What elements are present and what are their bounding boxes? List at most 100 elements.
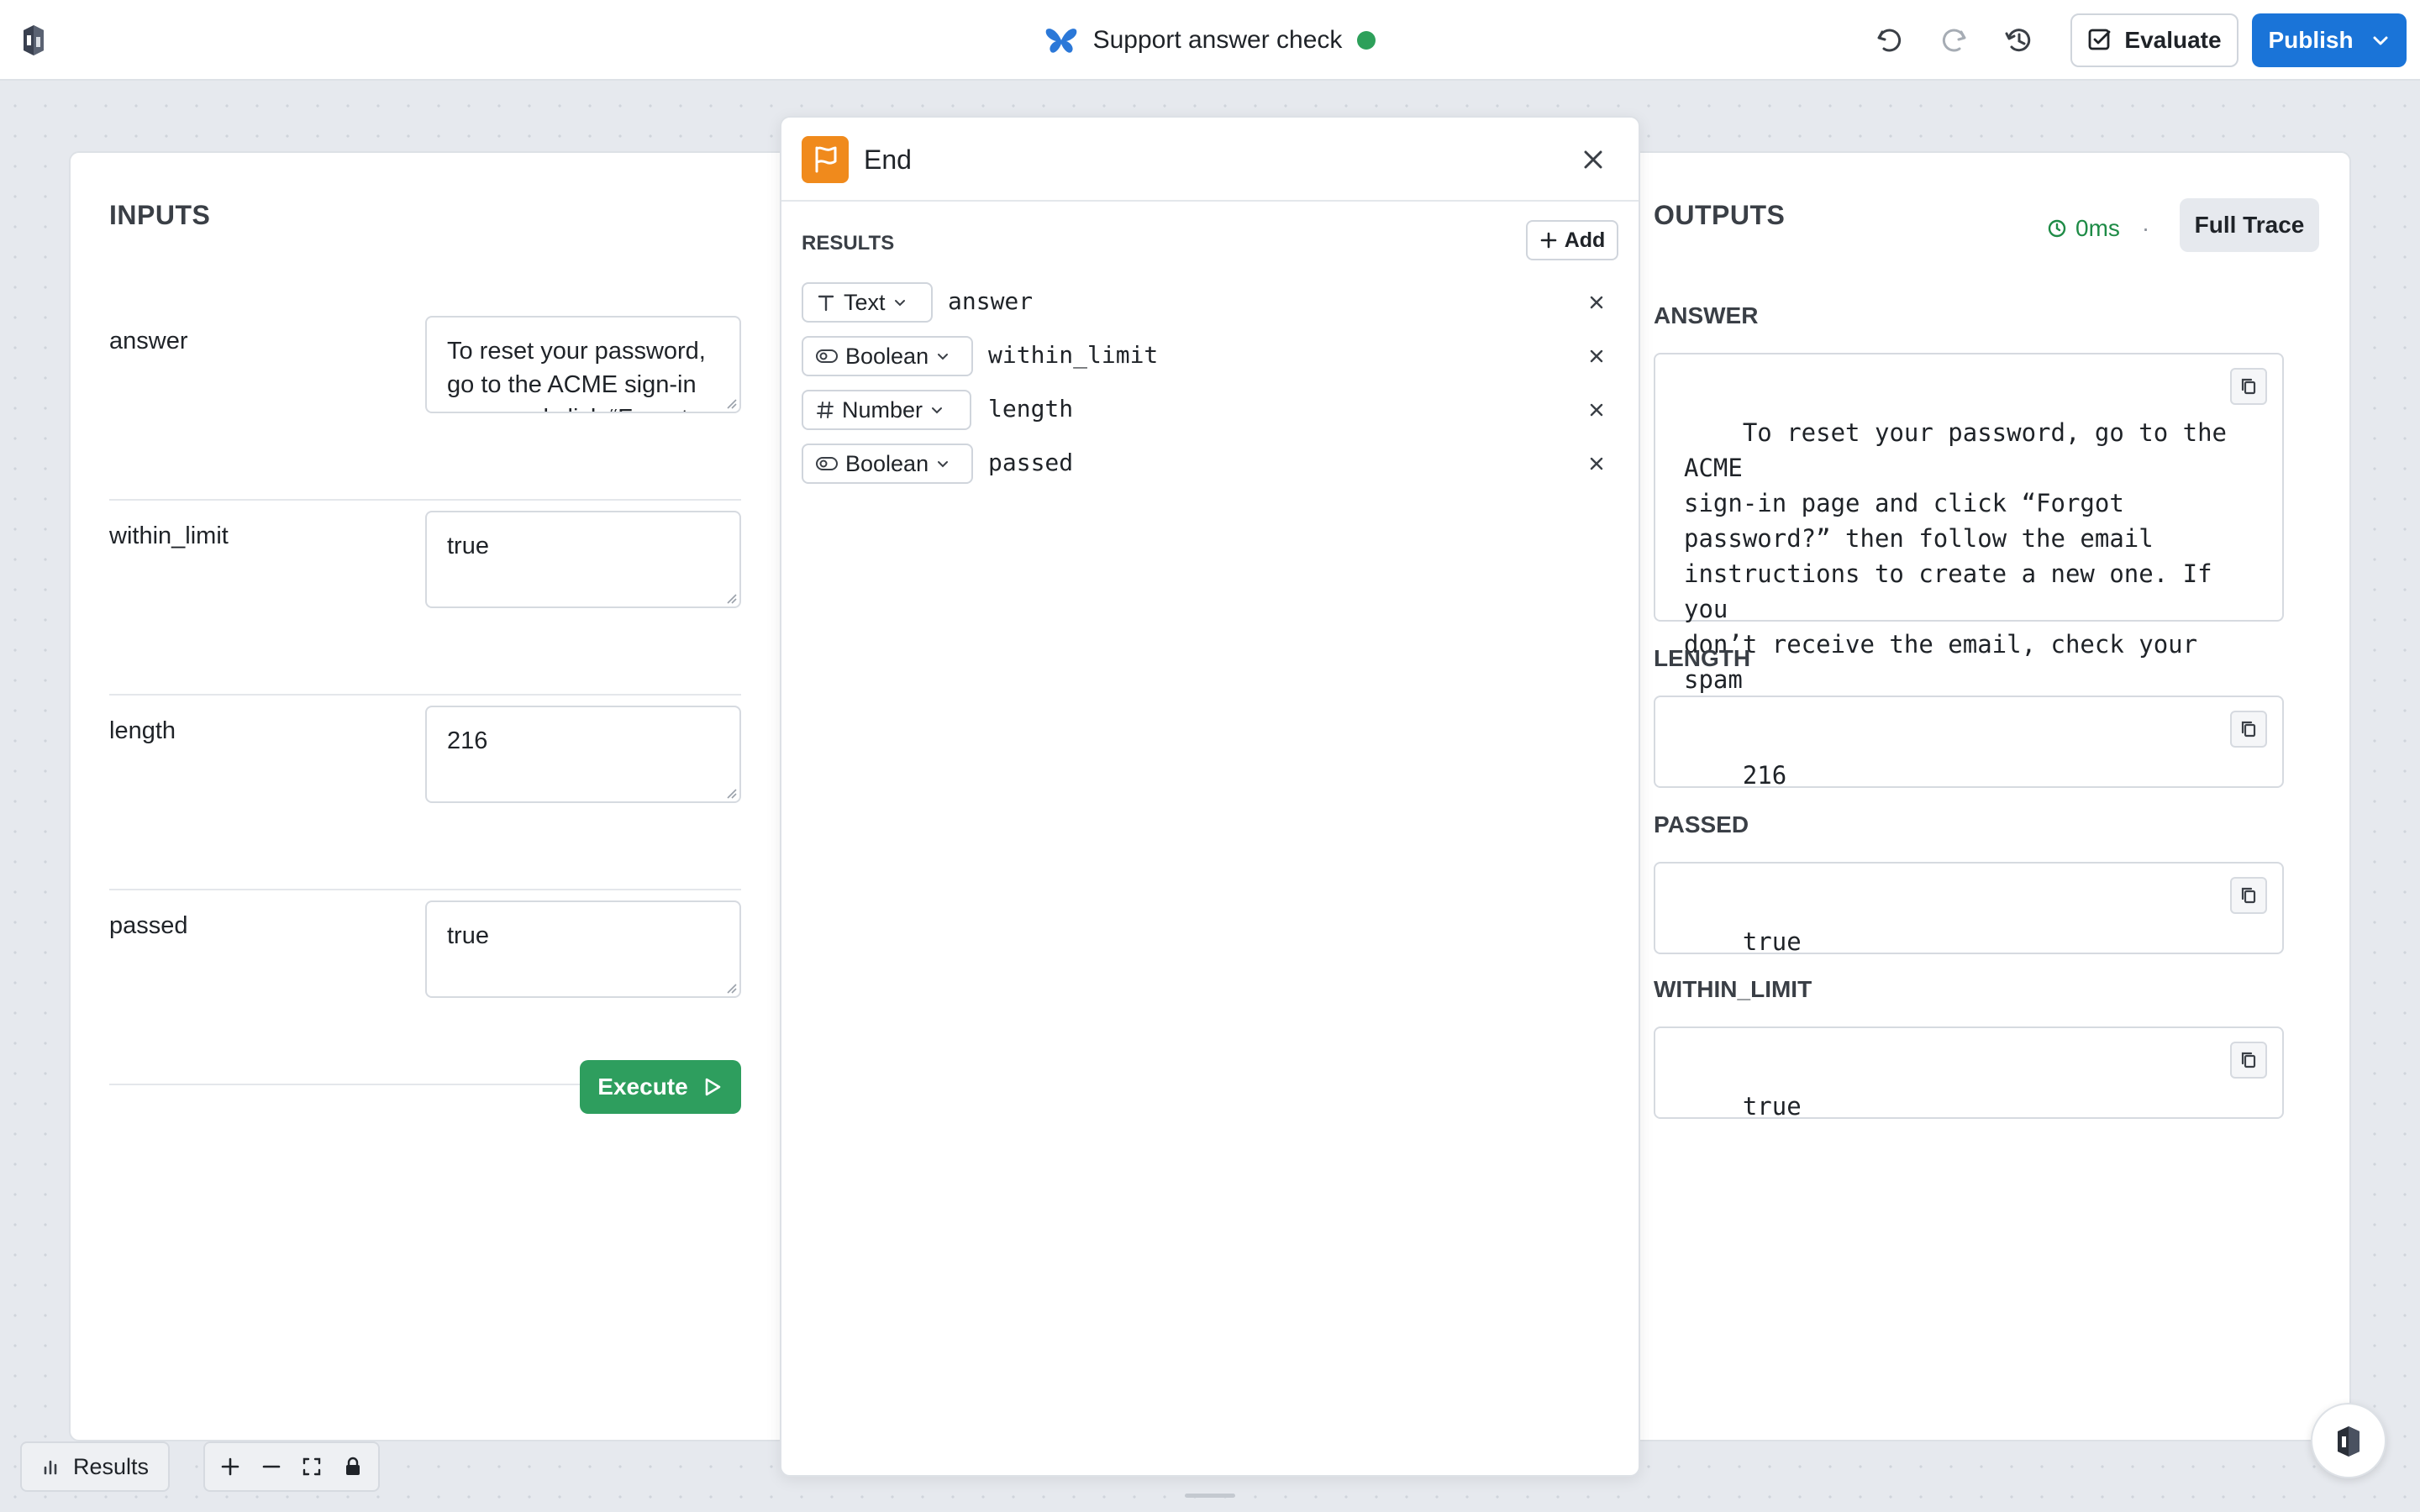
flag-icon [815, 146, 837, 173]
result-name[interactable]: answer [948, 287, 1033, 315]
type-label: Boolean [845, 450, 929, 476]
toggle-icon [816, 349, 838, 363]
field-label: length [109, 717, 176, 744]
type-label: Number [842, 396, 923, 423]
end-panel-header: End [781, 118, 1639, 202]
toggle-icon [816, 457, 838, 470]
output-length-value: 216 [1742, 761, 1787, 790]
resize-grip-icon[interactable] [724, 396, 738, 410]
fit-view-icon[interactable] [295, 1450, 329, 1483]
copy-icon [2241, 378, 2256, 395]
within-limit-input-value: true [447, 533, 489, 559]
output-answer: To reset your password, go to the ACME s… [1654, 353, 2284, 729]
inputs-card: INPUTS answer To reset your password, go… [69, 151, 808, 1441]
output-label-answer: ANSWER [1654, 302, 1759, 328]
passed-input-value: true [447, 922, 489, 949]
resize-grip-icon[interactable] [724, 591, 738, 605]
remove-icon[interactable] [1585, 452, 1608, 475]
output-passed: true [1654, 862, 2284, 956]
end-panel-title[interactable]: End [864, 144, 912, 176]
output-length: 216 [1654, 696, 2284, 790]
execution-timing: 0ms · [2047, 212, 2149, 245]
text-type-icon [818, 295, 834, 312]
type-selector[interactable]: Boolean [802, 336, 973, 376]
copy-button[interactable] [2230, 368, 2267, 405]
chevron-down-icon[interactable] [2370, 30, 2391, 50]
chevron-down-icon [932, 407, 943, 414]
copy-button[interactable] [2230, 1042, 2267, 1079]
end-node-panel: End RESULTS Add Text answer Boolean with… [780, 116, 1640, 1477]
output-label-passed: PASSED [1654, 811, 1749, 837]
type-selector[interactable]: Number [802, 390, 971, 430]
top-bar: Support answer check Evaluate Publish [0, 0, 2420, 81]
evaluate-button[interactable]: Evaluate [2070, 13, 2238, 67]
resize-grip-icon[interactable] [724, 786, 738, 800]
publish-button[interactable]: Publish [2252, 13, 2407, 67]
redo-icon[interactable] [1938, 24, 1971, 57]
result-row: Boolean passed [802, 444, 1608, 484]
answer-input[interactable]: To reset your password, go to the ACME s… [425, 316, 741, 413]
canvas-controls [203, 1441, 380, 1492]
chevron-down-icon [894, 300, 905, 307]
result-row: Text answer [802, 282, 1608, 323]
input-row-length: length 216 [109, 696, 741, 890]
results-toggle-button[interactable]: Results [20, 1441, 170, 1492]
passed-input[interactable]: true [425, 900, 741, 998]
result-name[interactable]: within_limit [988, 341, 1158, 369]
within-limit-input[interactable]: true [425, 511, 741, 608]
remove-icon[interactable] [1585, 291, 1608, 314]
checkbox-icon [2089, 29, 2111, 50]
status-indicator [1357, 31, 1376, 50]
type-selector[interactable]: Text [802, 282, 933, 323]
outputs-card: OUTPUTS 0ms · Full Trace ANSWER To reset… [1613, 151, 2351, 1441]
outputs-heading: OUTPUTS [1654, 200, 1786, 230]
close-icon[interactable] [1576, 143, 1610, 176]
length-input[interactable]: 216 [425, 706, 741, 803]
input-row-answer: answer To reset your password, go to the… [109, 306, 741, 501]
add-result-button[interactable]: Add [1526, 220, 1618, 260]
copy-button[interactable] [2230, 711, 2267, 748]
type-label: Text [844, 289, 886, 315]
result-name[interactable]: passed [988, 449, 1073, 476]
clock-icon [2048, 219, 2066, 238]
panel-resize-handle[interactable] [1185, 1494, 1235, 1498]
separator-dot: · [2141, 215, 2150, 241]
output-answer-value: To reset your password, go to the ACME s… [1684, 418, 2228, 729]
output-label-within-limit: WITHIN_LIMIT [1654, 976, 1812, 1002]
copy-button[interactable] [2230, 877, 2267, 914]
hash-icon [817, 402, 834, 418]
assistant-button[interactable] [2311, 1403, 2386, 1478]
field-label: passed [109, 912, 188, 939]
type-label: Boolean [845, 343, 929, 369]
result-row: Boolean within_limit [802, 336, 1608, 376]
zoom-in-icon[interactable] [213, 1450, 247, 1483]
result-name[interactable]: length [988, 395, 1073, 423]
remove-icon[interactable] [1585, 344, 1608, 368]
input-row-passed: passed true [109, 890, 741, 1085]
length-input-value: 216 [447, 727, 488, 754]
chevron-down-icon [938, 461, 949, 468]
play-icon [705, 1078, 721, 1096]
result-row: Number length [802, 390, 1608, 430]
publish-label: Publish [2268, 27, 2354, 53]
field-label: within_limit [109, 522, 229, 549]
undo-icon[interactable] [1872, 24, 1906, 57]
output-label-length: LENGTH [1654, 645, 1751, 671]
full-trace-button[interactable]: Full Trace [2180, 198, 2319, 252]
execute-button[interactable]: Execute [580, 1060, 741, 1114]
copy-icon [2241, 1052, 2256, 1068]
copy-icon [2241, 887, 2256, 904]
history-icon[interactable] [2002, 24, 2035, 57]
output-passed-value: true [1742, 927, 1802, 956]
type-selector[interactable]: Boolean [802, 444, 973, 484]
lock-icon[interactable] [336, 1450, 370, 1483]
timing-value: 0ms [2075, 215, 2120, 241]
remove-icon[interactable] [1585, 398, 1608, 422]
app-logo-icon[interactable] [17, 22, 50, 59]
resize-grip-icon[interactable] [724, 981, 738, 995]
page-title[interactable]: Support answer check [1093, 26, 1343, 55]
zoom-out-icon[interactable] [255, 1450, 288, 1483]
results-label: Results [72, 1453, 150, 1479]
end-node-badge [802, 136, 849, 183]
field-label: answer [109, 328, 188, 354]
